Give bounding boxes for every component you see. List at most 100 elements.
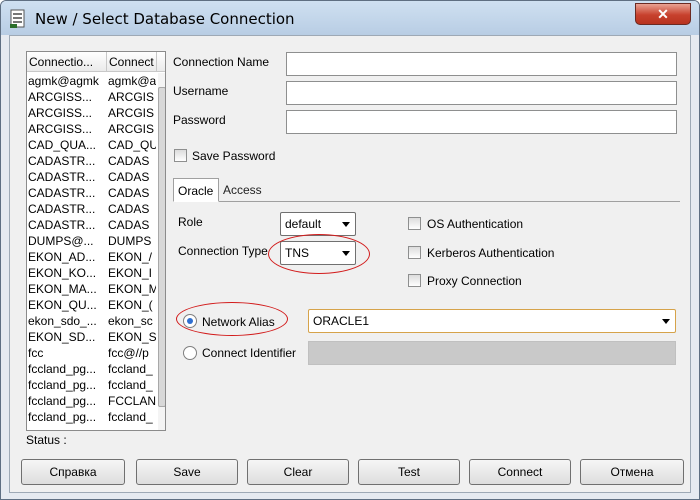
connection-name-label-text: Connection Name: [173, 55, 270, 69]
connection-details-cell: ekon_sc: [108, 314, 153, 328]
connection-details-cell: CADAS: [108, 154, 150, 168]
list-item[interactable]: fccland_pg... fccland_: [27, 377, 157, 393]
list-item[interactable]: CADASTR... CADAS: [27, 153, 157, 169]
list-item[interactable]: fccland_pg... fccland_: [27, 409, 157, 425]
os-authentication-checkbox[interactable]: [408, 217, 421, 230]
scrollbar-thumb[interactable]: [158, 87, 165, 407]
connection-details-cell: CADAS: [108, 202, 150, 216]
connection-name-cell: ARCGISS...: [28, 90, 93, 104]
list-item[interactable]: EKON_AD... EKON_/: [27, 249, 157, 265]
help-button[interactable]: Справка: [21, 459, 125, 485]
save-password-checkbox[interactable]: [174, 149, 187, 162]
list-item[interactable]: EKON_QU... EKON_(: [27, 297, 157, 313]
list-item[interactable]: fccland_pg... FCCLAN: [27, 393, 157, 409]
test-button[interactable]: Test: [358, 459, 460, 485]
list-scrollbar[interactable]: [158, 73, 165, 430]
list-item[interactable]: EKON_KO... EKON_I: [27, 265, 157, 281]
list-item[interactable]: ARCGISS... ARCGIS: [27, 105, 157, 121]
connection-details-cell: EKON_M: [108, 282, 156, 296]
column-header-connection-name[interactable]: Connectio...: [27, 52, 107, 72]
connection-details-cell: fccland_: [108, 378, 153, 392]
tab-oracle[interactable]: Oracle: [173, 178, 219, 202]
role-label: Role: [178, 215, 203, 229]
connection-name-cell: ARCGISS...: [28, 106, 93, 120]
list-item[interactable]: CADASTR... CADAS: [27, 201, 157, 217]
connection-name-cell: EKON_MA...: [28, 282, 97, 296]
proxy-connection-checkbox[interactable]: [408, 274, 421, 287]
list-item[interactable]: CADASTR... CADAS: [27, 185, 157, 201]
connect-identifier-radio[interactable]: [183, 346, 197, 360]
list-item[interactable]: CADASTR... CADAS: [27, 217, 157, 233]
dialog-window: New / Select Database Connection ✕ Conne…: [0, 0, 700, 500]
connection-name-cell: CADASTR...: [28, 202, 96, 216]
connection-name-cell: fccland_pg...: [28, 394, 97, 408]
list-item[interactable]: CAD_QUA... CAD_QU: [27, 137, 157, 153]
connection-name-cell: ARCGISS...: [28, 122, 93, 136]
window-title: New / Select Database Connection: [35, 10, 295, 28]
chevron-down-icon: [342, 222, 350, 227]
connection-name-cell: fccland_pg...: [28, 410, 97, 424]
connection-details-cell: CADAS: [108, 186, 150, 200]
list-item[interactable]: ARCGISS... ARCGIS: [27, 89, 157, 105]
connection-name-cell: fcc: [28, 346, 44, 360]
network-alias-select[interactable]: ORACLE1: [308, 309, 676, 333]
role-value: default: [285, 217, 322, 231]
connection-details-cell: ARCGIS: [108, 122, 155, 136]
connection-name-cell: agmk@agmk: [28, 74, 99, 88]
connection-name-label: Connection Name: [173, 55, 269, 69]
list-item[interactable]: fccland_pg... fccland_: [27, 361, 157, 377]
connection-details-cell: fccland_: [108, 410, 153, 424]
connection-details-cell: agmk@a: [108, 74, 156, 88]
proxy-connection-label: Proxy Connection: [427, 274, 522, 288]
username-input[interactable]: [286, 81, 677, 105]
red-annotation-circle: [176, 302, 288, 336]
connection-details-cell: DUMPS: [108, 234, 152, 248]
connection-list[interactable]: Connectio... Connect agmk@agmk agmk@a ARCG…: [26, 51, 166, 431]
connection-name-cell: CADASTR...: [28, 154, 96, 168]
list-item[interactable]: DUMPS@... DUMPS: [27, 233, 157, 249]
save-button[interactable]: Save: [136, 459, 238, 485]
list-item[interactable]: ekon_sdo_... ekon_sc: [27, 313, 157, 329]
chevron-down-icon: [662, 319, 670, 324]
connection-name-cell: EKON_KO...: [28, 266, 97, 280]
title-bar[interactable]: New / Select Database Connection ✕: [1, 1, 699, 35]
cancel-button[interactable]: Отмена: [580, 459, 684, 485]
connection-name-cell: fccland_pg...: [28, 362, 97, 376]
list-rows: agmk@agmk agmk@a ARCGISS... ARCGIS ARCGISS..…: [27, 73, 157, 425]
connect-identifier-input: [308, 341, 676, 365]
save-password-label: Save Password: [192, 149, 276, 163]
connection-details-cell: EKON_(: [108, 298, 153, 312]
list-item[interactable]: EKON_SD... EKON_S: [27, 329, 157, 345]
list-item[interactable]: fcc fcc@//p: [27, 345, 157, 361]
connection-name-cell: EKON_SD...: [28, 330, 96, 344]
connection-name-cell: CAD_QUA...: [28, 138, 97, 152]
connection-name-cell: ekon_sdo_...: [28, 314, 97, 328]
status-label: Status :: [26, 433, 67, 447]
network-alias-value: ORACLE1: [313, 314, 370, 328]
connection-name-cell: EKON_QU...: [28, 298, 97, 312]
dialog-body: Connectio... Connect agmk@agmk agmk@a ARCG…: [9, 35, 691, 493]
connect-button[interactable]: Connect: [469, 459, 571, 485]
tab-access[interactable]: Access: [219, 178, 275, 202]
list-item[interactable]: EKON_MA... EKON_M: [27, 281, 157, 297]
connection-details-cell: CAD_QU: [108, 138, 156, 152]
connection-name-input[interactable]: [286, 52, 677, 76]
tab-strip: Oracle Access: [173, 178, 680, 202]
connection-details-cell: CADAS: [108, 170, 150, 184]
username-label: Username: [173, 84, 229, 98]
os-authentication-label: OS Authentication: [427, 217, 524, 231]
connection-type-label: Connection Type: [178, 244, 268, 258]
password-input[interactable]: [286, 110, 677, 134]
list-item[interactable]: CADASTR... CADAS: [27, 169, 157, 185]
role-select[interactable]: default: [280, 212, 356, 236]
list-item[interactable]: ARCGISS... ARCGIS: [27, 121, 157, 137]
kerberos-authentication-checkbox[interactable]: [408, 246, 421, 259]
clear-button[interactable]: Clear: [247, 459, 349, 485]
column-header-connection-details[interactable]: Connect: [107, 52, 157, 72]
connection-details-cell: EKON_I: [108, 266, 153, 280]
close-button[interactable]: ✕: [635, 3, 691, 25]
list-item[interactable]: agmk@agmk agmk@a: [27, 73, 157, 89]
close-icon: ✕: [657, 6, 669, 22]
database-doc-icon: [10, 9, 25, 28]
connection-name-cell: EKON_AD...: [28, 250, 96, 264]
